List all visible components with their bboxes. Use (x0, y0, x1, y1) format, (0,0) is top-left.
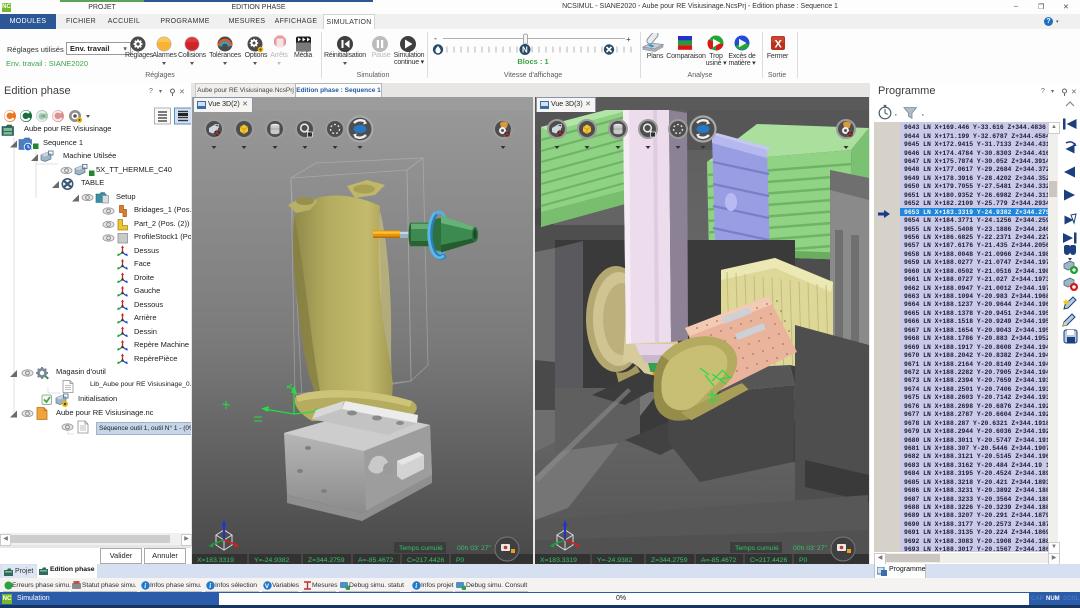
svg-text:C=217.4426: C=217.4426 (750, 557, 787, 564)
svg-text:N: N (522, 46, 528, 55)
svg-text:A=-85.4672: A=-85.4672 (358, 557, 394, 564)
svg-text:P0: P0 (456, 557, 465, 564)
svg-text:00h 03' 27": 00h 03' 27" (457, 545, 492, 552)
svg-text:C=217.4426: C=217.4426 (407, 557, 444, 564)
svg-text:00h 03' 27": 00h 03' 27" (793, 545, 828, 552)
svg-text:Z=344.2759: Z=344.2759 (651, 557, 688, 564)
svg-text:V: V (265, 583, 270, 590)
svg-text:i: i (415, 582, 417, 590)
svg-text:X=183.3319: X=183.3319 (197, 557, 234, 564)
svg-text:A=-85.4672: A=-85.4672 (701, 557, 737, 564)
svg-text:X=183.3319: X=183.3319 (540, 557, 577, 564)
svg-text:P0: P0 (799, 557, 808, 564)
svg-text:Y=-24.9382: Y=-24.9382 (597, 557, 633, 564)
svg-text:Y=-24.9382: Y=-24.9382 (254, 557, 290, 564)
svg-text:i: i (144, 582, 146, 590)
svg-text:i: i (209, 582, 211, 590)
svg-text:+: + (626, 35, 631, 44)
svg-text:Temps cumulé: Temps cumulé (399, 545, 443, 552)
svg-text:Z=344.2759: Z=344.2759 (308, 557, 345, 564)
svg-text:Temps cumulé: Temps cumulé (735, 545, 779, 552)
svg-text:X: X (775, 39, 783, 51)
svg-text:-: - (434, 34, 437, 44)
